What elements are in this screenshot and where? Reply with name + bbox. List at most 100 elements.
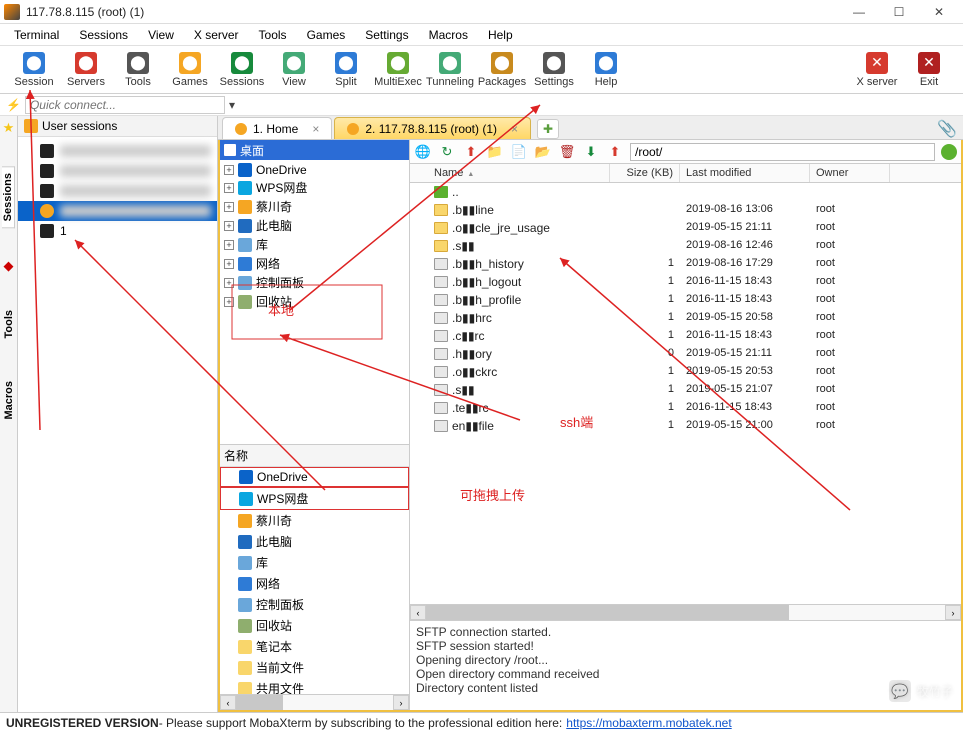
statusbar-link[interactable]: https://mobaxterm.mobatek.net [566, 716, 731, 730]
tree-node[interactable]: +OneDrive [222, 162, 407, 178]
local-item[interactable]: 控制面板 [220, 594, 409, 615]
menu-games[interactable]: Games [297, 26, 356, 44]
col-size[interactable]: Size (KB) [610, 164, 680, 182]
remote-toolbtn-1[interactable]: ↻ [438, 143, 456, 161]
remote-toolbtn-8[interactable]: ⬆ [606, 143, 624, 161]
local-item[interactable]: 此电脑 [220, 531, 409, 552]
menu-macros[interactable]: Macros [419, 26, 478, 44]
remote-toolbtn-6[interactable]: 🗑 [558, 143, 576, 161]
expand-icon[interactable]: + [224, 297, 234, 307]
sidetab-macros[interactable]: Macros [3, 375, 15, 426]
remote-row[interactable]: .o▮▮ckrc12019-05-15 20:53root [410, 363, 961, 381]
local-item[interactable]: 库 [220, 552, 409, 573]
tab-close-icon[interactable]: × [511, 122, 518, 136]
local-tree[interactable]: +OneDrive+WPS网盘+蔡川奇+此电脑+库+网络+控制面板+回收站 [220, 160, 409, 444]
toolbtn-games[interactable]: ⬤Games [164, 48, 216, 92]
toolbtn-exit[interactable]: ✕Exit [903, 48, 955, 92]
toolbtn-multiexec[interactable]: ⬤MultiExec [372, 48, 424, 92]
session-item[interactable] [18, 161, 217, 181]
menu-settings[interactable]: Settings [355, 26, 418, 44]
tab-home[interactable]: 1. Home × [222, 117, 332, 139]
tree-node[interactable]: +WPS网盘 [222, 178, 407, 197]
remote-toolbtn-5[interactable]: 📂 [534, 143, 552, 161]
menu-xserver[interactable]: X server [184, 26, 249, 44]
remote-row[interactable]: .o▮▮cle_jre_usage2019-05-15 21:11root [410, 219, 961, 237]
expand-icon[interactable]: + [224, 165, 234, 175]
toolbtn-session[interactable]: ⬤Session [8, 48, 60, 92]
toolbtn-settings[interactable]: ⬤Settings [528, 48, 580, 92]
session-item[interactable]: 1 [18, 221, 217, 241]
tree-node[interactable]: +网络 [222, 254, 407, 273]
toolbtn-xserver[interactable]: ✕X server [851, 48, 903, 92]
remote-row[interactable]: .b▮▮line2019-08-16 13:06root [410, 201, 961, 219]
local-item[interactable]: WPS网盘 [220, 487, 409, 510]
remote-toolbtn-2[interactable]: ⬆ [462, 143, 480, 161]
menu-terminal[interactable]: Terminal [4, 26, 69, 44]
tree-node[interactable]: +此电脑 [222, 216, 407, 235]
remote-row[interactable]: .b▮▮hrc12019-05-15 20:58root [410, 309, 961, 327]
tree-node[interactable]: +库 [222, 235, 407, 254]
session-item[interactable] [18, 181, 217, 201]
local-item[interactable]: 笔记本 [220, 636, 409, 657]
new-tab-button[interactable]: ✚ [537, 119, 559, 139]
remote-row[interactable]: .b▮▮h_logout12016-11-15 18:43root [410, 273, 961, 291]
session-item[interactable] [18, 141, 217, 161]
expand-icon[interactable]: + [224, 221, 234, 231]
expand-icon[interactable]: + [224, 259, 234, 269]
tab-close-icon[interactable]: × [312, 122, 319, 136]
expand-icon[interactable]: + [224, 183, 234, 193]
remote-row[interactable]: .s▮▮2019-08-16 12:46root [410, 237, 961, 255]
remote-row[interactable]: .te▮▮rc12016-11-15 18:43root [410, 399, 961, 417]
remote-row[interactable]: .b▮▮h_history12019-08-16 17:29root [410, 255, 961, 273]
local-item[interactable]: OneDrive [220, 467, 409, 487]
col-lastmod[interactable]: Last modified [680, 164, 810, 182]
toolbtn-view[interactable]: ⬤View [268, 48, 320, 92]
maximize-button[interactable]: ☐ [879, 0, 919, 24]
local-item[interactable]: 当前文件 [220, 657, 409, 678]
remote-row[interactable]: en▮▮file12019-05-15 21:00root [410, 417, 961, 435]
menu-tools[interactable]: Tools [249, 26, 297, 44]
local-list-header[interactable]: 名称 [220, 445, 409, 467]
toolbtn-help[interactable]: ⬤Help [580, 48, 632, 92]
col-name[interactable]: Name [410, 164, 610, 182]
local-hscrollbar[interactable]: ‹› [220, 694, 409, 710]
tree-node[interactable]: +蔡川奇 [222, 197, 407, 216]
expand-icon[interactable]: + [224, 278, 234, 288]
tab-remote[interactable]: 2. 117.78.8.115 (root) (1) × [334, 117, 531, 139]
remote-list-body[interactable]: ...b▮▮line2019-08-16 13:06root.o▮▮cle_jr… [410, 183, 961, 604]
remote-toolbtn-7[interactable]: ⬇ [582, 143, 600, 161]
tree-node[interactable]: +回收站 [222, 292, 407, 311]
remote-row[interactable]: .c▮▮rc12016-11-15 18:43root [410, 327, 961, 345]
col-owner[interactable]: Owner [810, 164, 890, 182]
remote-path-input[interactable] [630, 143, 935, 161]
toolbtn-tools[interactable]: ⬤Tools [112, 48, 164, 92]
toolbtn-sessions[interactable]: ⬤Sessions [216, 48, 268, 92]
toolbtn-tunneling[interactable]: ⬤Tunneling [424, 48, 476, 92]
expand-icon[interactable]: + [224, 240, 234, 250]
expand-icon[interactable]: + [224, 202, 234, 212]
local-item[interactable]: 回收站 [220, 615, 409, 636]
sidetab-tools[interactable]: Tools [3, 304, 15, 345]
minimize-button[interactable]: — [839, 0, 879, 24]
toolbtn-packages[interactable]: ⬤Packages [476, 48, 528, 92]
local-item[interactable]: 共用文件 [220, 678, 409, 694]
go-icon[interactable] [941, 144, 957, 160]
local-item[interactable]: 蔡川奇 [220, 510, 409, 531]
sidetab-sessions[interactable]: Sessions [2, 166, 15, 228]
session-item[interactable] [18, 201, 217, 221]
menu-sessions[interactable]: Sessions [69, 26, 138, 44]
paperclip-icon[interactable]: 📎 [937, 119, 957, 139]
quickconnect-input[interactable] [25, 96, 225, 114]
remote-row[interactable]: .b▮▮h_profile12016-11-15 18:43root [410, 291, 961, 309]
tree-node[interactable]: +控制面板 [222, 273, 407, 292]
local-item[interactable]: 网络 [220, 573, 409, 594]
remote-hscrollbar[interactable]: ‹› [410, 604, 961, 620]
remote-row[interactable]: .s▮▮12019-05-15 21:07root [410, 381, 961, 399]
remote-row[interactable]: .. [410, 183, 961, 201]
toolbtn-split[interactable]: ⬤Split [320, 48, 372, 92]
remote-row[interactable]: .h▮▮ory02019-05-15 21:11root [410, 345, 961, 363]
remote-toolbtn-3[interactable]: 📁 [486, 143, 504, 161]
close-button[interactable]: ✕ [919, 0, 959, 24]
menu-view[interactable]: View [138, 26, 184, 44]
connect-icon[interactable]: ▾ [229, 98, 235, 112]
